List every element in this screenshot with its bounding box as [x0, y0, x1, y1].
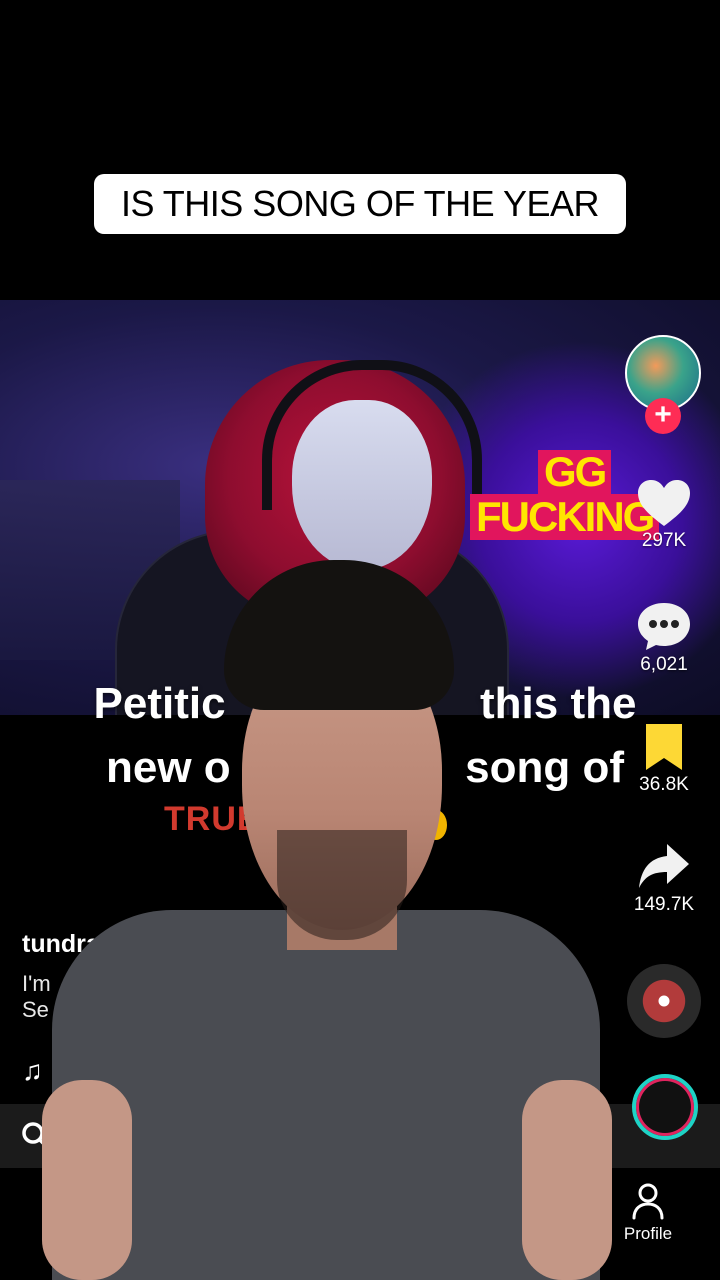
share-count: 149.7K: [633, 894, 695, 915]
save-count: 36.8K: [639, 774, 689, 795]
person-icon: [632, 1183, 664, 1220]
music-note-icon: ♫: [22, 1055, 43, 1086]
creator-overlay: TRUE: [42, 560, 612, 1280]
sticker-line-1: GG: [538, 450, 612, 494]
music-row[interactable]: ♫: [22, 1055, 43, 1087]
creator-hair: [224, 560, 454, 710]
comment-dots-icon: [638, 603, 690, 650]
effect-icon[interactable]: [632, 1074, 698, 1140]
creator-beard: [277, 830, 407, 940]
creator-left-arm: [42, 1080, 132, 1280]
music-disc[interactable]: [627, 964, 701, 1038]
plus-icon[interactable]: +: [645, 398, 681, 434]
bookmark-icon: [646, 724, 682, 770]
creator-shirt: [52, 910, 600, 1280]
heart-icon: [638, 480, 690, 526]
share-arrow-icon: [639, 844, 689, 888]
like-count: 297K: [641, 530, 687, 551]
overlay-caption-box: IS THIS SONG OF THE YEAR: [94, 174, 626, 234]
comment-count: 6,021: [640, 654, 688, 675]
save-button[interactable]: 36.8K: [620, 722, 708, 796]
share-button[interactable]: 149.7K: [620, 842, 708, 916]
creator-right-arm: [522, 1080, 612, 1280]
comment-button[interactable]: 6,021: [620, 600, 708, 676]
overlay-caption-text: IS THIS SONG OF THE YEAR: [120, 183, 600, 224]
like-button[interactable]: 297K: [620, 478, 708, 552]
